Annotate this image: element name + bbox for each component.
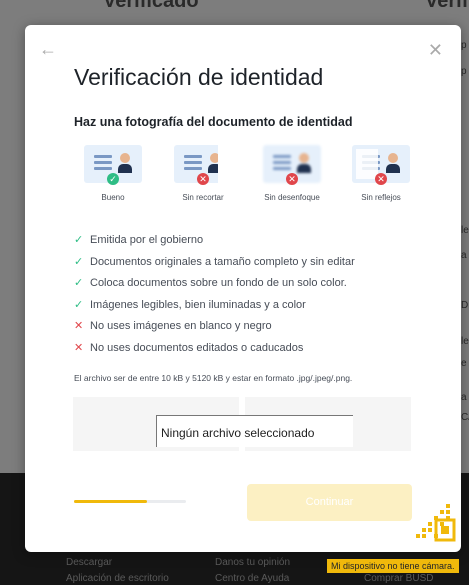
background-fragment: p <box>461 40 467 51</box>
sample-label: Sin desenfoque <box>264 193 320 202</box>
checkmark-icon: ✓ <box>74 277 84 290</box>
progress-fill <box>74 500 147 503</box>
modal-subtitle: Haz una fotografía del documento de iden… <box>74 115 353 129</box>
checkmark-icon: ✓ <box>74 234 84 246</box>
cross-badge-icon: ✕ <box>197 173 209 185</box>
background-fragment: p <box>461 66 467 77</box>
sample-no-glare: ✕ Sin reflejos <box>341 145 421 202</box>
sample-not-cropped: ✕ Sin recortar <box>163 145 243 202</box>
background-fragment: le <box>461 225 469 236</box>
back-arrow-icon[interactable]: ← <box>39 39 57 60</box>
list-item: ✓ Coloca documentos sobre un fondo de un … <box>74 277 347 290</box>
checkmark-icon: ✓ <box>74 255 84 268</box>
checkmark-icon: ✓ <box>74 298 84 311</box>
cross-icon: ✕ <box>74 341 84 354</box>
cross-badge-icon: ✕ <box>286 173 298 185</box>
list-item: ✓ Imágenes legibles, bien iluminadas y a … <box>74 298 306 311</box>
identity-verification-modal: ← ✕ Verificación de identidad Haz una fo… <box>25 25 461 552</box>
list-item: ✓ Documentos originales a tamaño completo… <box>74 255 355 268</box>
background-fragment: a <box>461 250 467 261</box>
background-fragment: C/ <box>461 412 469 423</box>
footer-link[interactable]: Descargar <box>66 557 112 568</box>
sample-good: ✓ Bueno <box>73 145 153 202</box>
no-camera-link[interactable]: Mi dispositivo no tiene cámara. <box>327 559 459 573</box>
sample-no-blur: ✕ Sin desenfoque <box>252 145 332 202</box>
background-fragment: e <box>461 358 467 369</box>
cross-badge-icon: ✕ <box>375 173 387 185</box>
cross-icon: ✕ <box>74 320 84 333</box>
list-item: ✓ Emitida por el gobierno <box>74 234 204 246</box>
footer-link[interactable]: Danos tu opinión <box>215 557 290 568</box>
file-status-input[interactable]: Ningún archivo seleccionado <box>156 415 353 447</box>
modal-title: Verificación de identidad <box>74 64 324 90</box>
background-heading-right: Verif <box>425 0 469 12</box>
continue-button[interactable]: Continuar <box>247 484 412 521</box>
background-heading: Verificado <box>103 0 199 12</box>
document-samples: ✓ Bueno ✕ Sin recortar ✕ Sin desenfoque <box>73 145 423 215</box>
file-requirements-note: El archivo ser de entre 10 kB y 5120 kB … <box>74 373 353 383</box>
sample-label: Bueno <box>101 193 125 202</box>
sample-label: Sin reflejos <box>361 193 401 202</box>
list-item: ✕ No uses documentos editados o caducados <box>74 341 304 354</box>
qr-code-icon[interactable] <box>410 498 456 543</box>
id-card-icon: ✕ <box>352 145 410 185</box>
check-badge-icon: ✓ <box>107 173 119 185</box>
id-card-icon: ✕ <box>174 145 232 185</box>
sample-label: Sin recortar <box>182 193 224 202</box>
progress-bar <box>74 500 186 503</box>
footer-link[interactable]: Aplicación de escritorio <box>66 573 169 584</box>
close-icon[interactable]: ✕ <box>428 40 443 61</box>
background-fragment: D <box>461 300 469 311</box>
footer-link[interactable]: Comprar BUSD <box>364 573 433 584</box>
background-fragment: a <box>461 392 467 403</box>
id-card-icon: ✓ <box>84 145 142 185</box>
footer-link[interactable]: Centro de Ayuda <box>215 573 289 584</box>
document-requirements-list: ✓ Emitida por el gobierno ✓ Documentos ori… <box>74 233 355 363</box>
background-fragment: le <box>461 336 469 347</box>
list-item: ✕ No uses imágenes en blanco y negro <box>74 320 272 333</box>
